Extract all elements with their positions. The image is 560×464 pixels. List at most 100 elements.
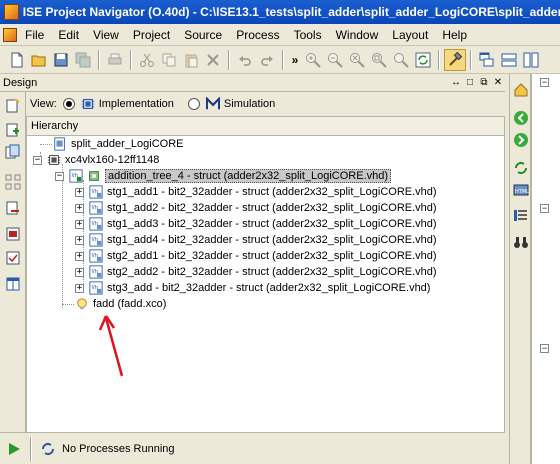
- expand-toggle[interactable]: +: [75, 267, 84, 277]
- cascade-icon[interactable]: [476, 49, 498, 71]
- design-panel-title: Design: [3, 76, 38, 89]
- tile-icon[interactable]: [498, 49, 520, 71]
- collapse-toggle[interactable]: −: [540, 78, 549, 87]
- expand-toggle[interactable]: +: [75, 251, 84, 261]
- html-report-icon[interactable]: HTML: [513, 182, 529, 198]
- save-icon[interactable]: [50, 49, 72, 71]
- tree-device-label: xc4vlx160-12ff1148: [65, 154, 160, 166]
- remove-source-icon[interactable]: [5, 200, 21, 216]
- implementation-label[interactable]: Implementation: [99, 98, 174, 110]
- menu-file[interactable]: File: [21, 25, 51, 45]
- vhdl-module-icon: Vh: [89, 265, 103, 279]
- new-source-icon[interactable]: [5, 98, 21, 114]
- add-copy-source-icon[interactable]: [5, 144, 21, 160]
- redo-icon[interactable]: [256, 49, 278, 71]
- cut-icon[interactable]: [136, 49, 158, 71]
- menu-source[interactable]: Source: [177, 25, 229, 45]
- hierarchy-view-icon[interactable]: [5, 174, 21, 190]
- tree-top-module-node[interactable]: − Vh addition_tree_4 - struct (adder2x32…: [55, 168, 392, 184]
- forward-arrow-icon[interactable]: [513, 132, 529, 148]
- hammer-icon[interactable]: [444, 48, 466, 71]
- run-icon[interactable]: [6, 441, 22, 457]
- print-icon[interactable]: [104, 49, 126, 71]
- menu-layout[interactable]: Layout: [385, 25, 435, 45]
- tree-child-node[interactable]: + Vh stg1_add3 - bit2_32adder - struct (…: [75, 216, 437, 232]
- tile-vertical-icon[interactable]: [520, 49, 542, 71]
- tree-child-label: stg1_add2 - bit2_32adder - struct (adder…: [107, 202, 437, 214]
- save-all-icon[interactable]: [72, 49, 94, 71]
- maximize-panel-icon[interactable]: □: [463, 77, 477, 88]
- menu-edit[interactable]: Edit: [51, 25, 86, 45]
- system-menu-icon[interactable]: [3, 27, 17, 42]
- tree-child-node[interactable]: + Vh stg2_add1 - bit2_32adder - struct (…: [75, 248, 437, 264]
- expand-toggle[interactable]: +: [75, 283, 84, 293]
- tree-child-label: stg1_add3 - bit2_32adder - struct (adder…: [107, 218, 437, 230]
- zoom-fit-icon[interactable]: [346, 49, 368, 71]
- menu-process[interactable]: Process: [229, 25, 286, 45]
- processes-refresh-icon[interactable]: [40, 441, 56, 457]
- delete-icon[interactable]: [202, 49, 224, 71]
- vhdl-module-icon: Vh: [89, 185, 103, 199]
- menu-tools[interactable]: Tools: [287, 25, 329, 45]
- tree-child-node[interactable]: + Vh stg2_add2 - bit2_32adder - struct (…: [75, 264, 437, 280]
- tree-project-node[interactable]: split_adder_LogiCORE: [53, 136, 184, 152]
- collapse-toggle[interactable]: −: [540, 344, 549, 353]
- toolbar-overflow-chevron[interactable]: »: [288, 53, 302, 67]
- collapse-toggle[interactable]: −: [33, 155, 42, 165]
- add-source-icon[interactable]: [5, 122, 21, 138]
- expand-toggle[interactable]: +: [75, 219, 84, 229]
- toolbar-separator: [282, 49, 284, 70]
- new-file-icon[interactable]: [6, 49, 28, 71]
- tree-child-label: stg1_add1 - bit2_32adder - struct (adder…: [107, 186, 437, 198]
- tree-device-node[interactable]: − xc4vlx160-12ff1148: [33, 152, 159, 168]
- paste-icon[interactable]: [180, 49, 202, 71]
- collapse-toggle[interactable]: −: [540, 204, 549, 213]
- simulation-label[interactable]: Simulation: [224, 98, 275, 110]
- status-separator: [30, 436, 32, 461]
- refresh-icon[interactable]: [412, 49, 434, 71]
- expand-toggle[interactable]: +: [75, 187, 84, 197]
- rerun-icon[interactable]: [513, 160, 529, 176]
- source-properties-icon[interactable]: [5, 226, 21, 242]
- view-panel-icon[interactable]: [5, 276, 21, 292]
- vhdl-module-icon: Vh: [69, 169, 83, 183]
- expand-toggle[interactable]: +: [75, 203, 84, 213]
- process-status-text: No Processes Running: [62, 442, 175, 455]
- check-source-icon[interactable]: [5, 250, 21, 266]
- open-folder-icon[interactable]: [28, 49, 50, 71]
- close-panel-icon[interactable]: ✕: [491, 77, 505, 88]
- tree-child-label: stg2_add1 - bit2_32adder - struct (adder…: [107, 250, 437, 262]
- collapse-toggle[interactable]: −: [55, 171, 64, 181]
- menu-window[interactable]: Window: [329, 25, 386, 45]
- tree-child-node[interactable]: + Vh stg3_add - bit2_32adder - struct (a…: [75, 280, 430, 296]
- tree-top-module-label: addition_tree_4 - struct (adder2x32_spli…: [105, 169, 392, 183]
- zoom-out-icon[interactable]: [324, 49, 346, 71]
- zoom-area-icon[interactable]: [368, 49, 390, 71]
- back-arrow-icon[interactable]: [513, 110, 529, 126]
- float-panel-icon[interactable]: ↔: [449, 77, 463, 88]
- vhdl-module-icon: Vh: [89, 201, 103, 215]
- undo-icon[interactable]: [234, 49, 256, 71]
- tree-child-node[interactable]: + Vh stg1_add1 - bit2_32adder - struct (…: [75, 184, 437, 200]
- restore-panel-icon[interactable]: ⧉: [477, 77, 491, 88]
- zoom-in-icon[interactable]: [302, 49, 324, 71]
- hierarchy-header: Hierarchy: [26, 116, 505, 136]
- view-label: View:: [30, 98, 57, 110]
- menu-help[interactable]: Help: [435, 25, 474, 45]
- home-icon[interactable]: [513, 82, 529, 98]
- menu-project[interactable]: Project: [126, 25, 177, 45]
- zoom-full-icon[interactable]: [390, 49, 412, 71]
- toolbar-separator: [228, 49, 230, 70]
- menu-view[interactable]: View: [86, 25, 126, 45]
- tree-child-node[interactable]: + Vh stg1_add4 - bit2_32adder - struct (…: [75, 232, 437, 248]
- find-binoculars-icon[interactable]: [513, 234, 529, 250]
- simulation-radio[interactable]: [187, 98, 200, 110]
- window-title: ISE Project Navigator (O.40d) - C:\ISE13…: [22, 5, 560, 19]
- tree-child-node[interactable]: + Vh stg1_add2 - bit2_32adder - struct (…: [75, 200, 437, 216]
- expand-toggle[interactable]: +: [75, 235, 84, 245]
- tree-child-label: stg2_add2 - bit2_32adder - struct (adder…: [107, 266, 437, 278]
- process-list-icon[interactable]: [513, 208, 529, 224]
- hierarchy-title: Hierarchy: [31, 120, 79, 132]
- copy-icon[interactable]: [158, 49, 180, 71]
- implementation-radio[interactable]: [62, 98, 75, 110]
